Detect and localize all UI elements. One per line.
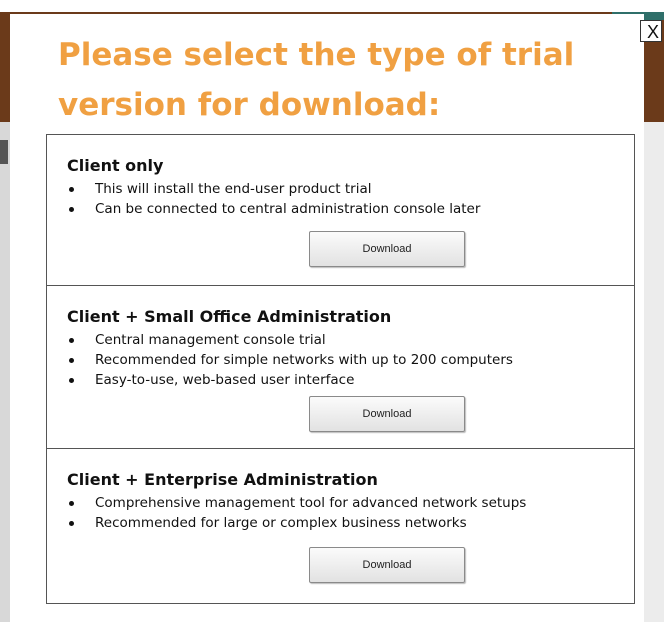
option-bullet-list: Central management console trial Recomme…: [67, 330, 624, 390]
close-button[interactable]: X: [640, 20, 662, 42]
bullet-item: Central management console trial: [67, 330, 624, 350]
option-small-office: Client + Small Office Administration Cen…: [47, 286, 634, 449]
option-enterprise: Client + Enterprise Administration Compr…: [47, 449, 634, 603]
bullet-item: Easy-to-use, web-based user interface: [67, 370, 624, 390]
dialog-title: Please select the type of trial version …: [58, 37, 575, 123]
download-enterprise-button[interactable]: Download: [309, 547, 465, 583]
bullet-item: Recommended for large or complex busines…: [67, 513, 624, 533]
bullet-item: Can be connected to central administrati…: [67, 199, 624, 219]
option-title: Client only: [67, 156, 164, 175]
option-title: Client + Enterprise Administration: [67, 470, 378, 489]
download-small-office-button[interactable]: Download: [309, 396, 465, 432]
option-bullet-list: This will install the end-user product t…: [67, 179, 624, 219]
download-client-only-button[interactable]: Download: [309, 231, 465, 267]
option-client-only: Client only This will install the end-us…: [47, 135, 634, 286]
option-bullet-list: Comprehensive management tool for advanc…: [67, 493, 624, 533]
option-title: Client + Small Office Administration: [67, 307, 392, 326]
background-page-marker: [0, 140, 8, 164]
background-page-right: [644, 122, 664, 622]
bullet-item: Recommended for simple networks with up …: [67, 350, 624, 370]
bullet-item: Comprehensive management tool for advanc…: [67, 493, 624, 513]
bullet-item: This will install the end-user product t…: [67, 179, 624, 199]
background-page-left: [0, 122, 10, 622]
trial-options-list: Client only This will install the end-us…: [46, 134, 635, 604]
